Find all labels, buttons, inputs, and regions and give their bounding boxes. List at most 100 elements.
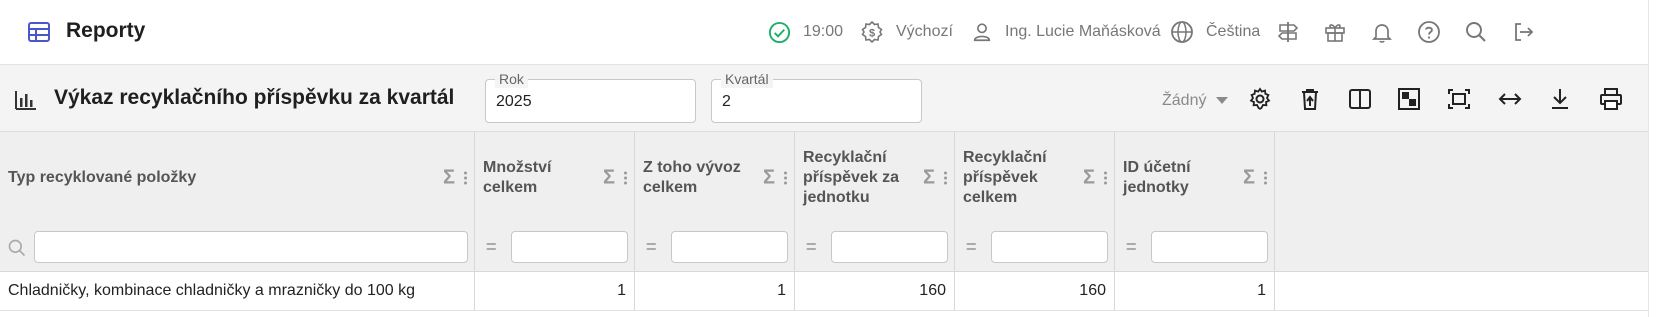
search-icon [8,239,26,257]
filter-cell-unit-fee: = [795,223,955,271]
scrollbar-track[interactable] [1648,0,1657,317]
filter-row: = = = = = [0,223,1657,272]
user-name: Ing. Lucie Maňásková [1005,23,1161,40]
equals-icon[interactable]: = [966,237,977,258]
bell-icon [1371,24,1393,43]
table-cell: 1 [475,272,635,310]
logout-button[interactable] [1511,18,1535,46]
table-cell: Chladničky, kombinace chladničky a mrazn… [0,272,475,310]
quarter-label: Kvartál [721,70,773,88]
column-menu-icon[interactable] [624,170,627,187]
filter-input-type[interactable] [34,231,468,263]
signpost-icon [1277,22,1299,42]
clear-filters-button[interactable] [1296,85,1324,113]
help-button[interactable] [1417,18,1441,46]
quarter-field: Kvartál [711,70,922,123]
language-selector[interactable]: Čeština [1170,18,1260,46]
search-button[interactable] [1464,18,1488,46]
report-toolbar: Výkaz recyklačního příspěvku za kvartál … [0,65,1657,131]
table-header: Typ recyklované položky Σ Množství celke… [0,131,1657,224]
filter-input-quantity[interactable] [511,231,628,263]
bar-chart-icon [15,91,36,110]
filter-cell-export: = [635,223,795,271]
table-cell: 160 [795,272,955,310]
equals-icon[interactable]: = [646,237,657,258]
download-button[interactable] [1546,85,1574,113]
column-menu-icon[interactable] [784,170,787,187]
filter-cell-type [0,223,475,271]
expand-width-button[interactable] [1496,85,1524,113]
trash-arrow-icon [1302,89,1318,110]
column-menu-icon[interactable] [464,170,467,187]
column-header-unit-id[interactable]: ID účetní jednotky Σ [1115,132,1275,224]
filter-input-unit-id[interactable] [1151,231,1268,263]
column-header-total-fee[interactable]: Recyklační příspěvek celkem Σ [955,132,1115,224]
filter-input-export[interactable] [671,231,788,263]
column-header-quantity[interactable]: Množství celkem Σ [475,132,635,224]
app-title: Reporty [66,19,146,42]
table-row[interactable]: Chladničky, kombinace chladničky a mrazn… [0,272,1657,311]
column-header-label: ID účetní jednotky [1123,159,1191,196]
table-cell: 1 [1115,272,1275,310]
globe-icon [1171,21,1193,43]
equals-icon[interactable]: = [1126,237,1137,258]
density-button[interactable] [1395,85,1423,113]
print-button[interactable] [1597,85,1625,113]
variant-label: Žádný [1162,92,1207,109]
split-view-button[interactable] [1346,85,1374,113]
column-header-export[interactable]: Z toho vývoz celkem Σ [635,132,795,224]
table-cell: 1 [635,272,795,310]
sigma-icon[interactable]: Σ [923,167,935,190]
logout-icon [1515,23,1534,41]
report-title: Výkaz recyklačního příspěvku za kvartál [54,86,455,109]
sigma-icon[interactable]: Σ [443,167,455,190]
sigma-icon[interactable]: Σ [763,167,775,190]
column-header-unit-fee[interactable]: Recyklační příspěvek za jednotku Σ [795,132,955,224]
clock-status[interactable]: 19:00 [768,18,843,46]
check-circle-icon [768,21,791,43]
user-menu[interactable]: Ing. Lucie Maňásková [971,18,1161,46]
checker-icon [1398,88,1420,110]
filter-input-total-fee[interactable] [991,231,1108,263]
currency-selector[interactable]: $ Výchozí [860,18,953,46]
column-header-label: Množství celkem [483,159,552,196]
notifications-button[interactable] [1370,18,1394,46]
column-header-label: Z toho vývoz celkem [643,159,741,196]
arrows-horizontal-icon [1498,93,1522,105]
table-icon [28,22,50,42]
column-header-label: Typ recyklované položky [8,169,197,186]
column-header-type[interactable]: Typ recyklované položky Σ [0,132,475,224]
top-bar: Reporty 19:00 $ Výchozí Ing. Lucie Maňás… [0,0,1657,65]
sigma-icon[interactable]: Σ [603,167,615,190]
year-field: Rok [485,70,696,123]
year-input[interactable] [496,91,666,113]
gift-button[interactable] [1323,18,1347,46]
settings-button[interactable] [1246,85,1274,113]
filter-cell-quantity: = [475,223,635,271]
column-menu-icon[interactable] [1104,170,1107,187]
sigma-icon[interactable]: Σ [1243,167,1255,190]
svg-text:$: $ [869,28,875,40]
signpost-button[interactable] [1276,18,1300,46]
year-label: Rok [495,70,528,88]
user-icon [973,23,991,42]
search-icon [1466,22,1486,42]
filter-cell-total-fee: = [955,223,1115,271]
sigma-icon[interactable]: Σ [1083,167,1095,190]
variant-select[interactable]: Žádný [1162,92,1229,110]
caret-down-icon [1216,97,1229,104]
column-menu-icon[interactable] [1264,170,1267,187]
filter-input-unit-fee[interactable] [831,231,948,263]
column-menu-icon[interactable] [944,170,947,187]
printer-icon [1600,88,1622,110]
equals-icon[interactable]: = [486,237,497,258]
column-header-label: Recyklační příspěvek za jednotku [803,149,900,206]
clock-time: 19:00 [803,23,844,40]
fit-screen-icon [1448,89,1470,109]
currency-label: Výchozí [896,23,953,40]
fit-screen-button[interactable] [1445,85,1473,113]
language-label: Čeština [1206,23,1261,40]
equals-icon[interactable]: = [806,237,817,258]
currency-icon: $ [861,20,883,44]
quarter-input[interactable] [722,91,892,113]
